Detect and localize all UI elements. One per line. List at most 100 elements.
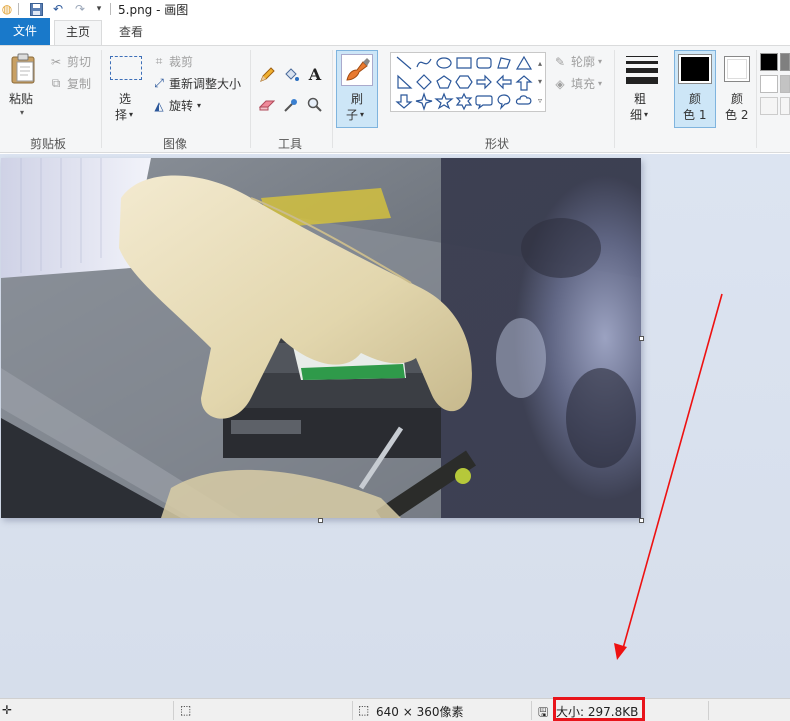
scroll-up-icon[interactable]: ▴ (538, 59, 542, 68)
up-arrow-shape-icon[interactable] (515, 75, 533, 91)
chevron-down-icon: ▾ (598, 57, 603, 66)
oval-shape-icon[interactable] (436, 57, 452, 69)
chevron-down-icon: ▾ (197, 101, 202, 110)
right-triangle-shape-icon[interactable] (397, 74, 413, 89)
select-dropdown[interactable]: 择 ▾ (115, 106, 133, 123)
palette-swatch-white[interactable] (760, 75, 778, 93)
palette-swatch-empty[interactable] (780, 97, 790, 115)
color-2-fill (727, 59, 747, 79)
eraser-icon[interactable] (258, 96, 276, 114)
chevron-down-icon: ▾ (598, 79, 603, 88)
crop-button[interactable]: ⌗ 裁剪 (152, 53, 193, 70)
tab-home[interactable]: 主页 (54, 20, 102, 45)
color-picker-icon[interactable] (282, 96, 300, 114)
image-dimensions: 640 × 360像素 (376, 705, 464, 719)
paste-dropdown-icon[interactable]: ▾ (20, 108, 24, 117)
brushes-label-2: 子 (346, 108, 359, 122)
scroll-down-icon[interactable]: ▾ (538, 77, 542, 86)
chevron-down-icon: ▾ (360, 110, 365, 119)
rotate-label: 旋转 (169, 99, 194, 113)
palette-swatch-empty[interactable] (760, 97, 778, 115)
ribbon-tabs: 文件 主页 查看 (0, 18, 790, 45)
tab-file[interactable]: 文件 (0, 18, 50, 45)
outline-button[interactable]: ✎ 轮廓 ▾ (552, 53, 602, 70)
right-arrow-shape-icon[interactable] (476, 74, 492, 90)
oval-callout-shape-icon[interactable] (497, 94, 511, 110)
undo-icon[interactable]: ↶ (50, 1, 66, 17)
left-arrow-shape-icon[interactable] (496, 74, 512, 90)
color-1-label-2: 色 1 (683, 108, 707, 122)
cloud-callout-shape-icon[interactable] (515, 95, 532, 105)
divider (531, 701, 532, 720)
resize-handle-right[interactable] (639, 336, 644, 341)
save-icon[interactable] (28, 1, 44, 17)
magnifier-icon[interactable] (306, 96, 324, 114)
select-icon[interactable] (110, 56, 142, 80)
outline-icon: ✎ (554, 54, 566, 69)
fill-button[interactable]: ◈ 填充 ▾ (552, 75, 602, 92)
rotate-button[interactable]: ◭ 旋转 ▾ (152, 97, 201, 114)
color-2-label: 颜 (731, 92, 744, 106)
palette-swatch-light-gray[interactable] (780, 75, 790, 93)
shapes-scroll[interactable]: ▴ ▾ ▿ (535, 54, 545, 110)
copy-icon: ⧉ (51, 76, 61, 90)
cursor-position-icon: ✛ (2, 703, 13, 717)
divider (173, 701, 174, 720)
resize-icon: ⤢ (154, 76, 164, 90)
six-point-star-shape-icon[interactable] (455, 92, 473, 111)
paste-label: 粘贴 (9, 92, 34, 106)
resize-handle-bottom[interactable] (318, 518, 323, 523)
four-point-star-shape-icon[interactable] (415, 92, 433, 111)
pentagon-shape-icon[interactable] (436, 75, 452, 89)
paint-app-icon[interactable]: ◍ (0, 1, 14, 17)
divider (101, 50, 102, 148)
fill-bucket-icon[interactable] (282, 66, 300, 84)
rectangle-shape-icon[interactable] (456, 57, 472, 69)
text-tool-icon[interactable]: A (306, 64, 324, 84)
polygon-shape-icon[interactable] (497, 57, 511, 69)
color-2-label-2: 色 2 (725, 108, 749, 122)
select-button[interactable]: 选 (119, 90, 131, 107)
divider (250, 50, 251, 148)
curve-shape-icon[interactable] (416, 58, 432, 68)
color-2-swatch (724, 56, 750, 82)
line-shape-icon[interactable] (396, 56, 412, 70)
customize-quick-access-icon[interactable]: ▾ (93, 1, 105, 17)
palette-swatch-black[interactable] (760, 53, 778, 71)
rounded-rectangle-shape-icon[interactable] (476, 57, 492, 69)
brush-icon (341, 54, 373, 86)
rounded-callout-shape-icon[interactable] (475, 95, 493, 110)
resize-button[interactable]: ⤢ 重新调整大小 (152, 75, 241, 92)
diamond-shape-icon[interactable] (416, 74, 432, 90)
redo-icon[interactable]: ↷ (72, 1, 88, 17)
down-arrow-shape-icon[interactable] (395, 94, 413, 109)
status-bar: ✛ ⬚ ⬚ 640 × 360像素 🖫 大小: 297.8KB (0, 698, 790, 721)
five-point-star-shape-icon[interactable] (434, 92, 454, 110)
outline-label: 轮廓 (571, 55, 596, 69)
file-size-highlight-box (553, 697, 645, 721)
select-label: 选 (119, 92, 132, 106)
size-label: 粗 (634, 92, 647, 106)
cut-button[interactable]: ✂ 剪切 (48, 53, 91, 70)
pencil-icon[interactable] (258, 66, 276, 84)
clipboard-group-label: 剪贴板 (29, 137, 66, 151)
palette-swatch-gray[interactable] (780, 53, 790, 71)
crop-icon: ⌗ (155, 54, 163, 68)
canvas-workspace[interactable] (0, 154, 790, 698)
expand-gallery-icon[interactable]: ▿ (538, 96, 542, 105)
hexagon-shape-icon[interactable] (455, 75, 473, 89)
canvas-image[interactable] (1, 158, 641, 518)
brushes-dropdown[interactable]: 子 ▾ (346, 106, 364, 123)
shapes-gallery[interactable] (390, 52, 546, 112)
tab-view[interactable]: 查看 (108, 21, 154, 45)
copy-button[interactable]: ⧉ 复制 (48, 75, 91, 92)
size-dropdown[interactable]: 细 ▾ (630, 106, 648, 123)
triangle-shape-icon[interactable] (515, 55, 533, 70)
file-size-icon: 🖫 (538, 705, 549, 719)
paste-icon[interactable] (8, 52, 40, 86)
color-1-swatch (678, 54, 712, 84)
paste-button[interactable]: 粘贴 (9, 90, 33, 107)
resize-handle-corner[interactable] (639, 518, 644, 523)
divider (756, 50, 757, 148)
copy-label: 复制 (67, 77, 92, 91)
